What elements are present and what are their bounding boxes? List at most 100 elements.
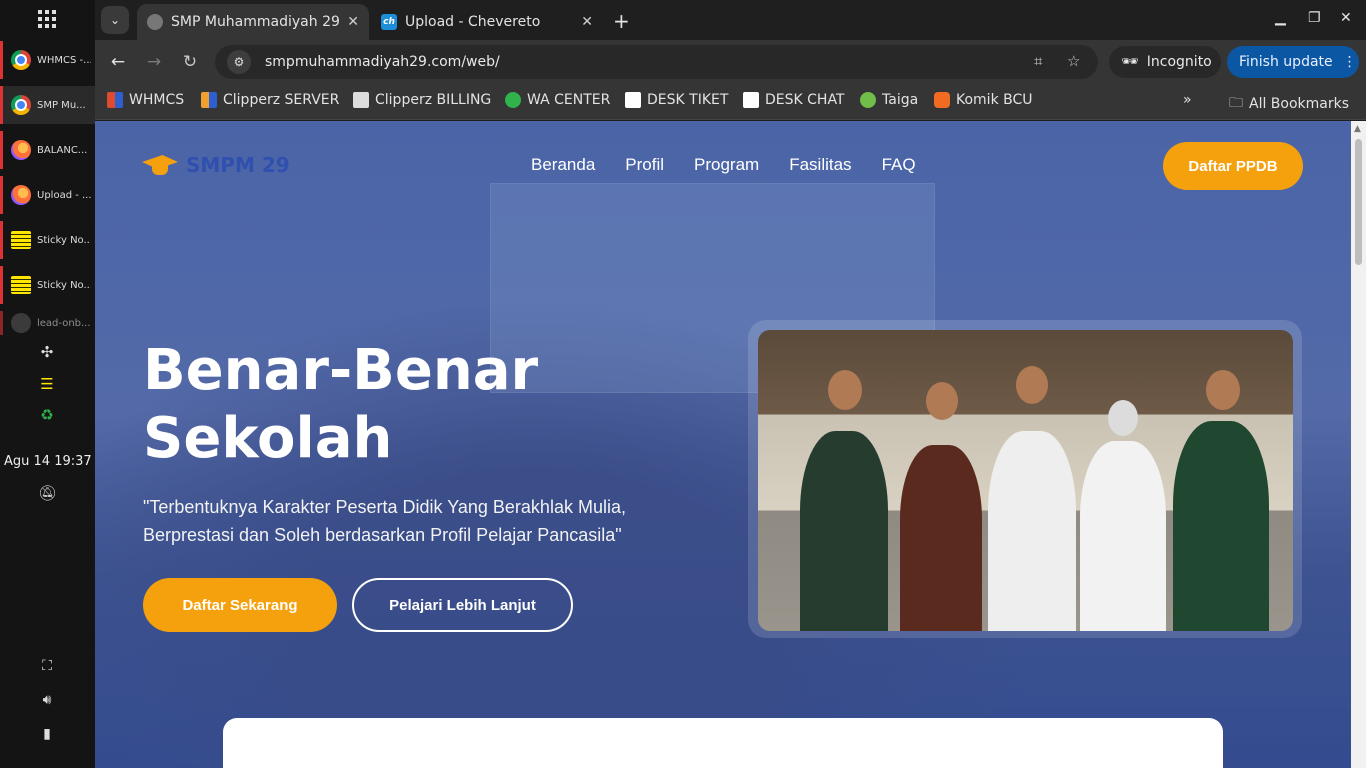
photo-person bbox=[1080, 441, 1166, 631]
minimize-icon[interactable]: ▁ bbox=[1275, 10, 1286, 26]
tab-smp[interactable]: SMP Muhammadiyah 29 ✕ bbox=[137, 4, 369, 40]
graduation-cap-icon bbox=[142, 151, 178, 179]
headline-line-1: Benar-Benar bbox=[143, 338, 539, 403]
finish-update-label: Finish update bbox=[1239, 54, 1333, 70]
nav-faq[interactable]: FAQ bbox=[882, 155, 916, 175]
forward-button[interactable]: → bbox=[143, 52, 165, 72]
tab-chevereto[interactable]: ch Upload - Chevereto ✕ bbox=[371, 4, 603, 40]
clipperz-icon bbox=[201, 92, 217, 108]
bookmark-desk-chat[interactable]: DESK CHAT bbox=[743, 92, 845, 108]
bookmark-clipperz-billing[interactable]: Clipperz BILLING bbox=[353, 92, 491, 108]
blogger-icon bbox=[934, 92, 950, 108]
clipperz-billing-icon bbox=[353, 92, 369, 108]
photo-person-head bbox=[1108, 400, 1138, 436]
bookmark-label: Clipperz SERVER bbox=[223, 92, 340, 108]
address-bar[interactable]: ⚙ smpmuhammadiyah29.com/web/ ⌗ ☆ bbox=[215, 45, 1098, 79]
system-dock: WHMCS -... SMP Mu... BALANC... Upload - … bbox=[0, 0, 95, 768]
photo-person-head bbox=[926, 382, 958, 420]
sticky-notes-icon bbox=[11, 231, 31, 249]
close-tab-icon[interactable]: ✕ bbox=[347, 14, 359, 30]
bookmark-star-icon[interactable]: ☆ bbox=[1067, 52, 1080, 70]
photo-person bbox=[800, 431, 888, 631]
bookmark-taiga[interactable]: Taiga bbox=[860, 92, 918, 108]
all-bookmarks-label: All Bookmarks bbox=[1249, 96, 1350, 112]
photo-person-head bbox=[1206, 370, 1240, 410]
dock-item-smp[interactable]: SMP Mu... bbox=[0, 86, 95, 124]
network-icon[interactable]: ⛶ bbox=[38, 658, 56, 674]
bookmark-label: Taiga bbox=[882, 92, 919, 108]
bookmark-clipperz-server[interactable]: Clipperz SERVER bbox=[201, 92, 339, 108]
nav-beranda[interactable]: Beranda bbox=[531, 155, 595, 175]
battery-icon[interactable]: ▮ bbox=[38, 726, 56, 742]
main-nav: Beranda Profil Program Fasilitas FAQ bbox=[531, 155, 916, 175]
hero-headline: Benar-Benar Sekolah bbox=[143, 337, 538, 473]
close-tab-icon[interactable]: ✕ bbox=[581, 14, 593, 30]
dock-item-lead[interactable]: lead-onb... bbox=[0, 311, 95, 335]
dock-item-label: lead-onb... bbox=[37, 317, 91, 329]
desk-icon bbox=[625, 92, 641, 108]
app-icon bbox=[11, 313, 31, 333]
dock-item-sticky-1[interactable]: Sticky No... bbox=[0, 221, 95, 259]
tab-title: Upload - Chevereto bbox=[405, 14, 541, 30]
logo-text: SMPM 29 bbox=[186, 153, 290, 177]
bookmark-whmcs[interactable]: WHMCS bbox=[107, 92, 184, 108]
photo-person bbox=[900, 445, 982, 631]
incognito-icon: 🕶︎ bbox=[1121, 54, 1139, 70]
translate-icon[interactable]: ⌗ bbox=[1034, 52, 1042, 70]
site-logo[interactable]: SMPM 29 bbox=[142, 151, 290, 179]
volume-icon[interactable]: 🔊︎ bbox=[38, 692, 56, 708]
nav-program[interactable]: Program bbox=[694, 155, 759, 175]
recycle-icon[interactable]: ♻ bbox=[38, 406, 56, 424]
restore-icon[interactable]: ❐ bbox=[1308, 10, 1321, 26]
app-grid-icon[interactable] bbox=[38, 10, 56, 28]
reload-button[interactable]: ↻ bbox=[179, 52, 201, 72]
all-bookmarks-button[interactable]: 🗀︎ All Bookmarks bbox=[1229, 92, 1349, 116]
taiga-icon bbox=[860, 92, 876, 108]
site-info-icon[interactable]: ⚙ bbox=[227, 50, 251, 74]
daftar-sekarang-button[interactable]: Daftar Sekarang bbox=[143, 578, 337, 632]
web-page: SMPM 29 Beranda Profil Program Fasilitas… bbox=[95, 121, 1351, 768]
hero-quote: "Terbentuknya Karakter Peserta Didik Yan… bbox=[143, 497, 626, 545]
notifications-off-icon[interactable]: 🔕︎ bbox=[38, 484, 57, 502]
scrollbar-thumb[interactable] bbox=[1355, 139, 1362, 265]
bookmark-label: DESK CHAT bbox=[765, 92, 845, 108]
nav-profil[interactable]: Profil bbox=[625, 155, 664, 175]
photo-person bbox=[1173, 421, 1269, 631]
scroll-up-icon[interactable]: ▲ bbox=[1354, 124, 1361, 134]
close-window-icon[interactable]: ✕ bbox=[1340, 10, 1352, 26]
daftar-ppdb-button[interactable]: Daftar PPDB bbox=[1163, 142, 1303, 190]
sticky-notes-tray-icon[interactable]: ☰ bbox=[38, 375, 56, 393]
hero-photo bbox=[758, 330, 1293, 631]
new-tab-button[interactable]: + bbox=[613, 9, 630, 33]
bookmarks-bar: WHMCS Clipperz SERVER Clipperz BILLING W… bbox=[95, 84, 1366, 120]
finish-update-button[interactable]: Finish update ⋮ bbox=[1227, 46, 1359, 78]
back-button[interactable]: ← bbox=[107, 52, 129, 72]
incognito-indicator[interactable]: 🕶︎ Incognito bbox=[1109, 46, 1221, 78]
whmcs-icon bbox=[107, 92, 123, 108]
dock-item-upload[interactable]: Upload - ... bbox=[0, 176, 95, 214]
tab-strip: ⌄ SMP Muhammadiyah 29 ✕ ch Upload - Chev… bbox=[95, 0, 1366, 40]
bookmark-komik-bcu[interactable]: Komik BCU bbox=[934, 92, 1033, 108]
tab-search-button[interactable]: ⌄ bbox=[101, 6, 129, 34]
bookmarks-overflow-icon[interactable]: » bbox=[1183, 92, 1192, 108]
whatsapp-icon bbox=[505, 92, 521, 108]
clock[interactable]: Agu 14 19:37 bbox=[4, 454, 92, 469]
pelajari-lebih-lanjut-button[interactable]: Pelajari Lebih Lanjut bbox=[352, 578, 573, 632]
dock-item-balance[interactable]: BALANC... bbox=[0, 131, 95, 169]
desk-icon bbox=[743, 92, 759, 108]
photo-person-head bbox=[828, 370, 862, 410]
dock-item-label: WHMCS -... bbox=[37, 54, 91, 66]
bookmark-label: WA CENTER bbox=[527, 92, 611, 108]
bookmark-desk-tiket[interactable]: DESK TIKET bbox=[625, 92, 728, 108]
chrome-icon bbox=[11, 50, 31, 70]
more-menu-icon[interactable]: ⋮ bbox=[1343, 54, 1357, 70]
globe-icon bbox=[147, 14, 163, 30]
dock-item-whmcs[interactable]: WHMCS -... bbox=[0, 41, 95, 79]
page-scrollbar[interactable]: ▲ bbox=[1351, 121, 1366, 768]
bookmark-wa-center[interactable]: WA CENTER bbox=[505, 92, 610, 108]
nav-fasilitas[interactable]: Fasilitas bbox=[789, 155, 851, 175]
browser-window: ⌄ SMP Muhammadiyah 29 ✕ ch Upload - Chev… bbox=[95, 0, 1366, 768]
slack-icon[interactable]: ✣ bbox=[38, 343, 56, 361]
chevereto-favicon-icon: ch bbox=[381, 14, 397, 30]
dock-item-sticky-2[interactable]: Sticky No... bbox=[0, 266, 95, 304]
